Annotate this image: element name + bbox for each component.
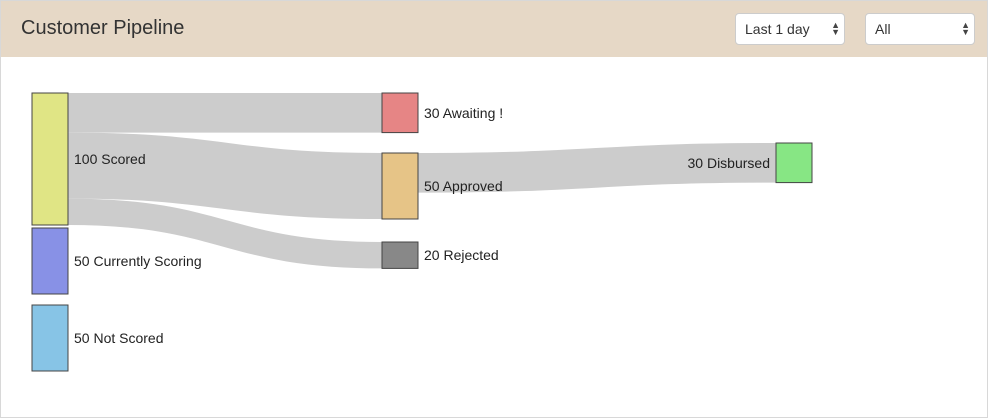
sankey-nodes: 100 Scored 50 Currently Scoring 50 Not Sco… [31,92,813,372]
panel-title: Customer Pipeline [21,17,185,39]
filter-value: All [875,21,891,37]
panel-header: Customer Pipeline Last 1 day ▲ ▼ All ▲ ▼ [1,1,987,57]
sankey-node-label-disbursed: 30 Disbursed [688,155,771,171]
sankey-node-currently_scoring[interactable] [31,227,69,295]
sankey-node-disbursed[interactable] [775,142,813,184]
sankey-node-label-awaiting: 30 Awaiting ! [424,105,503,121]
sankey-node-rejected[interactable] [381,241,419,269]
sankey-node-label-rejected: 20 Rejected [424,247,499,263]
sankey-links [67,92,777,269]
sankey-link-scored-rejected[interactable] [67,198,383,269]
filter-select[interactable]: All ▲ ▼ [865,13,975,45]
sankey-node-label-scored: 100 Scored [74,151,146,167]
time-range-select[interactable]: Last 1 day ▲ ▼ [735,13,845,45]
sankey-node-label-approved: 50 Approved [424,178,503,194]
select-arrows-icon: ▲ ▼ [831,20,840,37]
sankey-node-approved[interactable] [381,152,419,220]
time-range-value: Last 1 day [745,21,810,37]
pipeline-panel: Customer Pipeline Last 1 day ▲ ▼ All ▲ ▼ 1… [0,0,988,418]
sankey-chart: 100 Scored 50 Currently Scoring 50 Not Sco… [31,92,813,372]
sankey-node-scored[interactable] [31,92,69,226]
select-arrows-icon: ▲ ▼ [961,20,970,37]
sankey-node-not_scored[interactable] [31,304,69,372]
sankey-node-label-not_scored: 50 Not Scored [74,330,164,346]
sankey-link-scored-approved[interactable] [67,132,383,219]
sankey-node-label-currently_scoring: 50 Currently Scoring [74,253,202,269]
sankey-node-awaiting[interactable] [381,92,419,134]
